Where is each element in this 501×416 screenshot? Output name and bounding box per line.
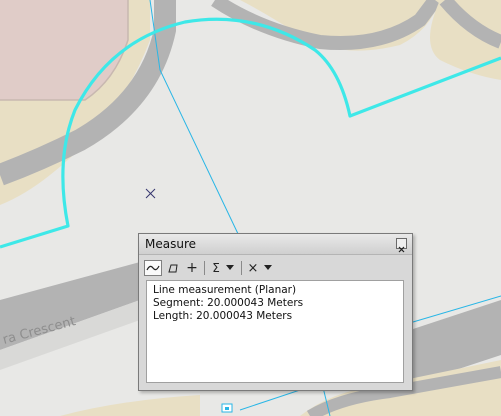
measure-area-tool[interactable] [164, 260, 182, 276]
segment-length: Segment: 20.000043 Meters [153, 297, 304, 309]
plus-icon: + [186, 260, 198, 276]
clear-and-reset-tool[interactable]: × [246, 260, 274, 276]
window-title: Measure [145, 237, 196, 251]
chevron-down-icon [225, 265, 234, 270]
chevron-down-icon [264, 265, 273, 270]
measure-titlebar[interactable]: Measure [139, 234, 412, 255]
polygon-icon [168, 264, 178, 273]
close-button[interactable] [396, 238, 407, 253]
measure-feature-tool[interactable]: + [184, 260, 200, 276]
measurement-type: Line measurement (Planar) [153, 284, 297, 296]
toolbar-separator [241, 261, 242, 275]
sigma-icon: Σ [212, 261, 220, 275]
vertex-marker-icon [221, 403, 233, 413]
x-icon: × [247, 260, 259, 276]
show-total-tool[interactable]: Σ [209, 260, 237, 276]
toolbar-separator [204, 261, 205, 275]
line-icon [146, 265, 160, 271]
total-length: Length: 20.000043 Meters [153, 310, 293, 322]
close-icon [398, 246, 405, 253]
measure-line-tool[interactable] [144, 260, 162, 276]
measure-window[interactable]: Measure + Σ × Line measurement (Planar) … [138, 233, 413, 391]
measure-toolbar: + Σ × [144, 259, 274, 277]
measurement-results[interactable]: Line measurement (Planar) Segment: 20.00… [146, 280, 404, 383]
